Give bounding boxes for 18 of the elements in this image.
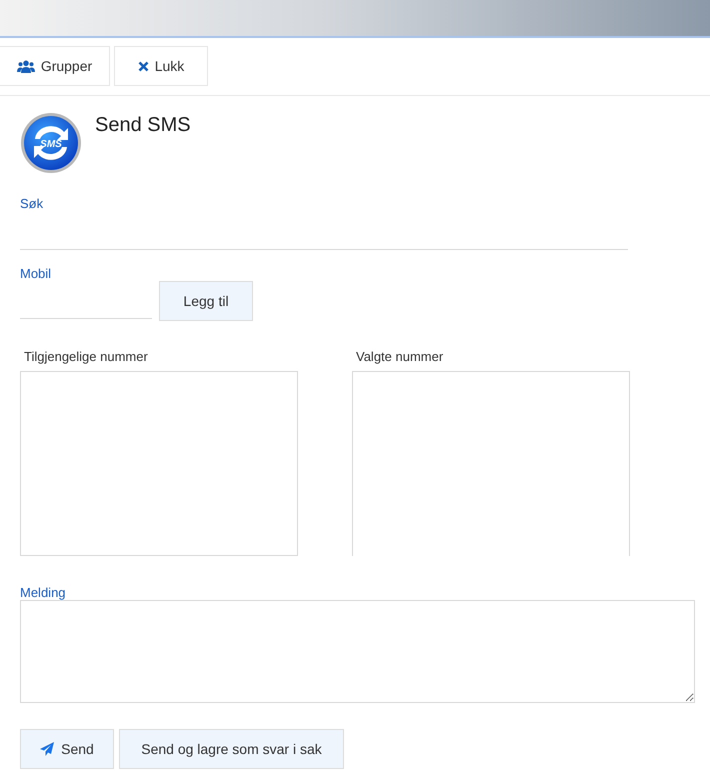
send-and-save-button[interactable]: Send og lagre som svar i sak bbox=[119, 729, 344, 769]
sms-logo: SMS bbox=[20, 112, 82, 174]
people-icon bbox=[16, 60, 35, 72]
close-icon bbox=[138, 60, 149, 72]
list-label: Valgte nummer bbox=[356, 349, 444, 363]
number-list[interactable] bbox=[352, 371, 630, 556]
close-button[interactable]: Lukk bbox=[114, 46, 208, 86]
send-button[interactable]: Send bbox=[20, 729, 114, 769]
groups-button[interactable]: Grupper bbox=[0, 46, 110, 86]
message-field[interactable] bbox=[20, 600, 695, 703]
mobile-label: Mobil bbox=[20, 266, 52, 281]
paper-plane-icon bbox=[40, 742, 54, 756]
add-button[interactable]: Legg til bbox=[159, 281, 253, 321]
search-label: Søk bbox=[20, 196, 44, 211]
page-title: Send SMS bbox=[95, 114, 191, 137]
list-label: Tilgjengelige nummer bbox=[24, 349, 149, 363]
message-label: Melding bbox=[20, 585, 67, 600]
number-list[interactable] bbox=[20, 371, 298, 556]
